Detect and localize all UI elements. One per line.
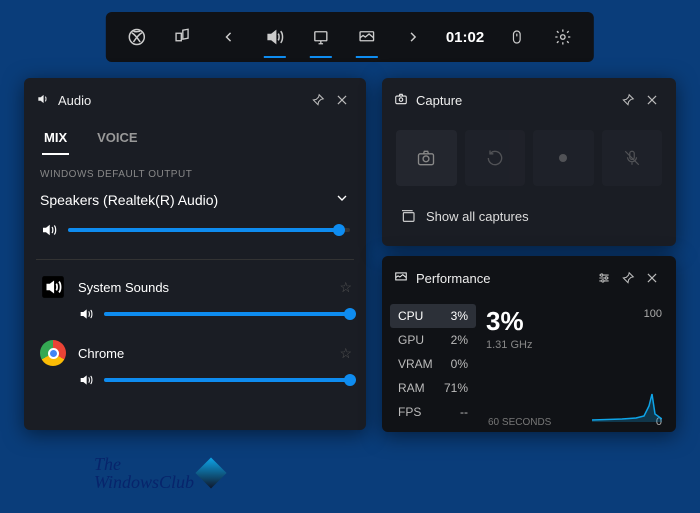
- performance-icon[interactable]: [346, 18, 388, 56]
- master-volume-slider[interactable]: [68, 228, 350, 232]
- record-button[interactable]: [533, 130, 594, 186]
- volume-icon: [78, 306, 94, 322]
- metric-chart: 3% 1.31 GHz 100 0 60 SECONDS: [476, 300, 676, 436]
- clock-speed: 1.31 GHz: [486, 339, 664, 351]
- favorite-icon[interactable]: ☆: [339, 345, 352, 362]
- volume-icon: [78, 372, 94, 388]
- audio-title: Audio: [58, 93, 91, 108]
- pin-icon[interactable]: [616, 266, 640, 290]
- mic-off-button[interactable]: [602, 130, 663, 186]
- widgets-icon[interactable]: [162, 18, 204, 56]
- metric-ram[interactable]: RAM71%: [390, 376, 476, 400]
- performance-title: Performance: [416, 271, 490, 286]
- capture-panel: Capture Show all captures: [382, 78, 676, 246]
- xbox-icon[interactable]: [116, 18, 158, 56]
- metric-fps[interactable]: FPS--: [390, 400, 476, 424]
- close-icon[interactable]: [330, 88, 354, 112]
- device-name: Speakers (Realtek(R) Audio): [40, 192, 218, 208]
- metric-gpu[interactable]: GPU2%: [390, 328, 476, 352]
- capture-icon[interactable]: [300, 18, 342, 56]
- close-icon[interactable]: [640, 88, 664, 112]
- next-icon[interactable]: [392, 18, 434, 56]
- pin-icon[interactable]: [306, 88, 330, 112]
- tab-voice[interactable]: VOICE: [95, 122, 139, 155]
- chrome-slider[interactable]: [104, 378, 350, 382]
- options-icon[interactable]: [592, 266, 616, 290]
- favorite-icon[interactable]: ☆: [339, 279, 352, 296]
- performance-panel: Performance CPU3% GPU2% VRAM0% RAM71% FP…: [382, 256, 676, 432]
- close-icon[interactable]: [640, 266, 664, 290]
- y-max: 100: [644, 308, 662, 320]
- record-last-button[interactable]: [465, 130, 526, 186]
- system-sounds-slider[interactable]: [104, 312, 350, 316]
- watermark-logo-icon: [195, 457, 226, 488]
- watermark-line2: WindowsClub: [94, 473, 194, 491]
- metric-vram[interactable]: VRAM0%: [390, 352, 476, 376]
- clock-label: 01:02: [438, 29, 492, 46]
- metric-cpu[interactable]: CPU3%: [390, 304, 476, 328]
- chevron-down-icon[interactable]: [334, 190, 350, 209]
- game-bar-toolbar: 01:02: [106, 12, 594, 62]
- app-name: Chrome: [78, 346, 124, 361]
- chart-icon: [394, 270, 408, 287]
- audio-icon[interactable]: [254, 18, 296, 56]
- x-label: 60 SECONDS: [488, 417, 551, 428]
- pin-icon[interactable]: [616, 88, 640, 112]
- sparkline: [592, 386, 662, 422]
- capture-title: Capture: [416, 93, 462, 108]
- screenshot-button[interactable]: [396, 130, 457, 186]
- big-percent: 3%: [486, 306, 664, 337]
- system-sounds-icon: [38, 272, 68, 302]
- watermark-line1: The: [94, 455, 194, 473]
- speaker-icon: [36, 92, 50, 109]
- metric-list: CPU3% GPU2% VRAM0% RAM71% FPS--: [382, 300, 476, 436]
- prev-icon[interactable]: [208, 18, 250, 56]
- watermark: The WindowsClub: [94, 455, 222, 491]
- volume-icon: [40, 221, 58, 239]
- app-name: System Sounds: [78, 280, 169, 295]
- divider: [36, 259, 354, 260]
- tab-mix[interactable]: MIX: [42, 122, 69, 155]
- chrome-icon: [38, 338, 68, 368]
- output-section-label: WINDOWS DEFAULT OUTPUT: [24, 155, 366, 186]
- camera-icon: [394, 92, 408, 109]
- settings-icon[interactable]: [542, 18, 584, 56]
- mouse-icon[interactable]: [496, 18, 538, 56]
- show-all-label: Show all captures: [426, 209, 529, 224]
- audio-panel: Audio MIX VOICE WINDOWS DEFAULT OUTPUT S…: [24, 78, 366, 430]
- show-all-captures-button[interactable]: Show all captures: [382, 194, 676, 238]
